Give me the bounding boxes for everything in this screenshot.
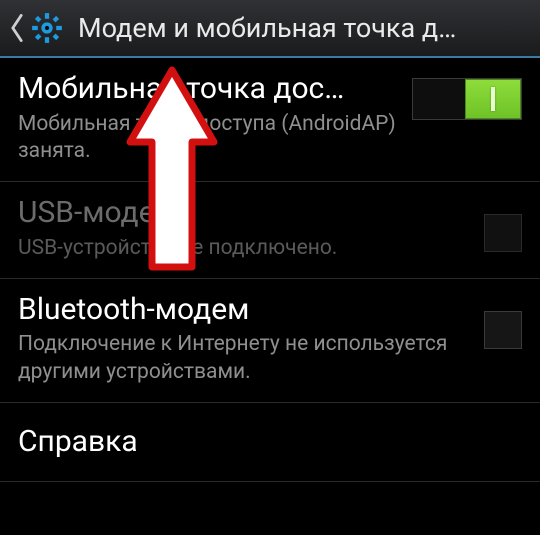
action-bar: Модем и мобильная точка д… bbox=[0, 0, 540, 58]
row-label: Bluetooth-модем bbox=[18, 293, 470, 328]
hotspot-toggle[interactable] bbox=[412, 78, 522, 120]
row-subtext: USB-устройство не подключено. bbox=[18, 235, 470, 262]
row-subtext: Мобильная точка доступа (AndroidAP) заня… bbox=[18, 111, 398, 166]
page-title: Модем и мобильная точка д… bbox=[78, 12, 534, 44]
row-mobile-hotspot[interactable]: Мобильная точка дос… Мобильная точка дос… bbox=[0, 58, 540, 182]
row-subtext: Подключение к Интернету не используется … bbox=[18, 331, 470, 386]
row-label: USB-модем bbox=[18, 196, 470, 231]
settings-gear-icon bbox=[30, 11, 64, 45]
settings-list: Мобильная точка дос… Мобильная точка дос… bbox=[0, 58, 540, 482]
chevron-left-icon bbox=[8, 14, 26, 42]
toggle-knob bbox=[465, 79, 521, 119]
row-help[interactable]: Справка bbox=[0, 403, 540, 483]
row-label: Мобильная точка дос… bbox=[18, 72, 398, 107]
row-usb-tethering: USB-модем USB-устройство не подключено. bbox=[0, 182, 540, 279]
usb-checkbox bbox=[484, 214, 522, 252]
back-button[interactable] bbox=[4, 0, 68, 56]
row-label: Справка bbox=[18, 425, 522, 460]
row-bluetooth-tethering[interactable]: Bluetooth-модем Подключение к Интернету … bbox=[0, 279, 540, 403]
bluetooth-checkbox[interactable] bbox=[484, 311, 522, 349]
